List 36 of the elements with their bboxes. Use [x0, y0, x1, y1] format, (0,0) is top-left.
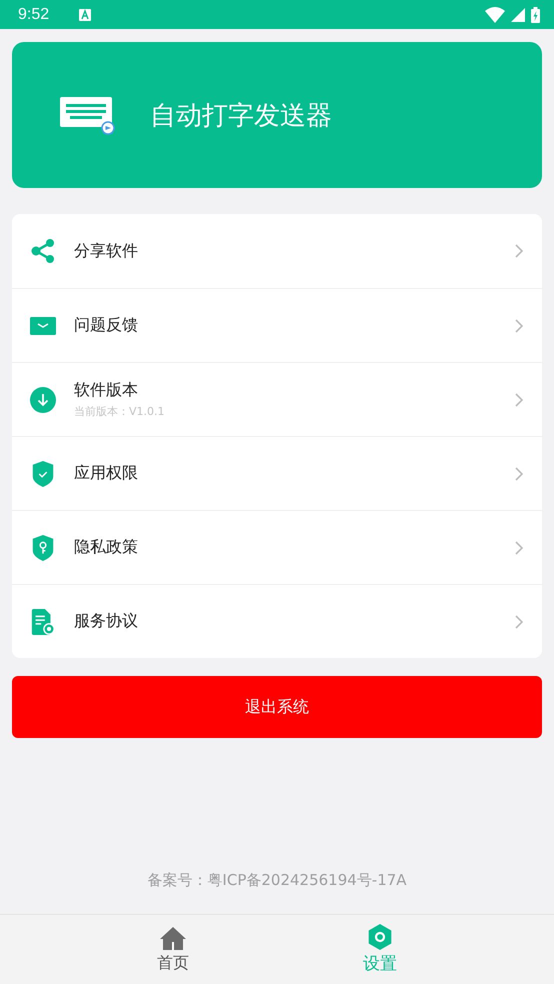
menu-item-label: 隐私政策 — [74, 537, 139, 558]
home-icon — [160, 925, 186, 951]
nav-tab[interactable]: 首页 — [113, 915, 233, 984]
menu-item[interactable]: 隐私政策 — [12, 510, 542, 584]
chevron-right-icon — [514, 243, 524, 259]
menu-item[interactable]: 软件版本 当前版本：V1.0.1 — [12, 362, 542, 436]
icp-record-text: 备案号：粤ICP备2024256194号-17A — [146, 871, 408, 890]
menu-item[interactable]: 应用权限 — [12, 436, 542, 510]
battery-icon — [531, 6, 540, 22]
download-icon — [30, 386, 56, 412]
chevron-right-icon — [514, 466, 524, 482]
settings-icon — [367, 924, 393, 950]
version-text: 当前版本：V1.0.1 — [74, 404, 166, 419]
document-icon — [30, 608, 56, 634]
notification-icon — [79, 8, 92, 20]
menu-item-label: 应用权限 — [74, 463, 139, 484]
app-title: 自动打字发送器 — [150, 100, 332, 132]
wifi-icon — [485, 6, 505, 22]
status-time: 9:52 — [18, 6, 50, 24]
share-icon — [30, 238, 56, 264]
menu-item-label: 软件版本 — [74, 380, 139, 401]
shield-key-icon — [30, 534, 56, 560]
menu-item-label: 问题反馈 — [74, 315, 139, 336]
menu-item[interactable]: 问题反馈 — [12, 288, 542, 362]
chevron-right-icon — [514, 318, 524, 334]
chevron-right-icon — [514, 614, 524, 630]
keyboard-icon — [60, 95, 116, 135]
chevron-right-icon — [514, 540, 524, 556]
menu-item-label: 服务协议 — [74, 611, 139, 632]
signal-icon — [511, 8, 525, 22]
menu-item-label: 分享软件 — [74, 240, 139, 262]
menu-item[interactable]: 服务协议 — [12, 584, 542, 658]
shield-check-icon — [30, 460, 56, 486]
menu-item[interactable]: 分享软件 — [12, 214, 542, 288]
logout-button[interactable]: 退出系统 — [12, 676, 542, 738]
chevron-right-icon — [514, 392, 524, 408]
